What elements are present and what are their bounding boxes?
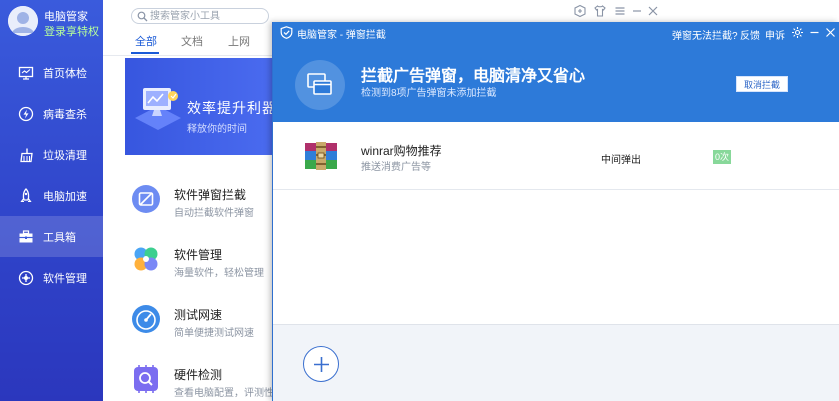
rocket-icon bbox=[18, 187, 34, 204]
sidebar-item-label: 软件管理 bbox=[43, 272, 87, 285]
toolbox-icon bbox=[18, 229, 34, 245]
banner-subtitle: 释放你的时间 bbox=[187, 124, 247, 135]
settings-gear-icon[interactable] bbox=[791, 26, 804, 39]
row-description: 推送消费广告等 bbox=[361, 162, 431, 173]
sidebar-item-virus-scan[interactable]: 病毒查杀 bbox=[0, 93, 103, 134]
sidebar-item-junk-clean[interactable]: 垃圾清理 bbox=[0, 134, 103, 175]
sidebar-item-label: 病毒查杀 bbox=[43, 108, 87, 121]
efficiency-illustration-icon bbox=[135, 88, 181, 130]
tool-description: 自动拦截软件弹窗 bbox=[174, 208, 254, 219]
sidebar-item-toolbox[interactable]: 工具箱 bbox=[0, 216, 103, 257]
close-icon[interactable] bbox=[646, 4, 660, 18]
row-popup-type: 中间弹出 bbox=[601, 155, 641, 166]
list-item[interactable]: winrar购物推荐 推送消费广告等 中间弹出 0次 bbox=[273, 122, 839, 190]
popup-titlebar[interactable]: 电脑管家 - 弹窗拦截 弹窗无法拦截? 反馈 申诉 bbox=[273, 22, 839, 44]
feedback-link[interactable]: 反馈 bbox=[740, 27, 760, 42]
sidebar-nav: 首页体检 病毒查杀 垃圾清理 电脑加速 工具箱 软件管理 bbox=[0, 52, 103, 298]
cancel-block-button[interactable]: 取消拦截 bbox=[736, 76, 788, 92]
minimize-icon[interactable] bbox=[808, 26, 821, 39]
profile-name: 电脑管家 bbox=[44, 11, 88, 23]
login-vip-link[interactable]: 登录享特权 bbox=[44, 23, 99, 39]
tool-description: 海量软件，轻松管理 bbox=[174, 268, 264, 279]
tool-title: 软件弹窗拦截 bbox=[174, 188, 247, 202]
popup-block-window: 电脑管家 - 弹窗拦截 弹窗无法拦截? 反馈 申诉 拦截广告弹窗，电脑清净又省心… bbox=[272, 22, 839, 401]
sidebar-item-label: 垃圾清理 bbox=[43, 149, 87, 162]
tool-title: 测试网速 bbox=[174, 308, 223, 322]
popup-block-icon bbox=[131, 184, 161, 214]
stacked-windows-icon bbox=[307, 73, 332, 95]
sidebar-item-label: 工具箱 bbox=[43, 231, 76, 244]
tool-search-input[interactable] bbox=[150, 10, 262, 22]
active-tab-indicator bbox=[131, 52, 159, 54]
hero-icon-circle bbox=[295, 60, 345, 110]
hero-subtitle: 检测到8项广告弹窗未添加拦截 bbox=[361, 88, 497, 99]
menu-icon[interactable] bbox=[613, 4, 627, 18]
profile[interactable]: 电脑管家 登录享特权 bbox=[8, 6, 103, 40]
hero-title: 拦截广告弹窗，电脑清净又省心 bbox=[361, 68, 586, 85]
cannot-block-link[interactable]: 弹窗无法拦截? bbox=[672, 27, 738, 42]
sidebar: 电脑管家 登录享特权 首页体检 病毒查杀 垃圾清理 电脑加速 工具箱 软件管理 bbox=[0, 0, 103, 401]
apps-icon bbox=[18, 270, 34, 286]
monitor-icon bbox=[18, 65, 34, 81]
sidebar-item-label: 电脑加速 bbox=[43, 190, 87, 203]
row-count-badge: 0次 bbox=[713, 150, 732, 164]
sidebar-item-speedup[interactable]: 电脑加速 bbox=[0, 175, 103, 216]
tool-item-popup-block[interactable]: 软件弹窗拦截 自动拦截软件弹窗 bbox=[131, 182, 281, 226]
popup-header: 电脑管家 - 弹窗拦截 弹窗无法拦截? 反馈 申诉 拦截广告弹窗，电脑清净又省心… bbox=[273, 22, 839, 122]
tab-all[interactable]: 全部 bbox=[135, 33, 157, 49]
tool-description: 查看电脑配置，评测性能 bbox=[174, 388, 284, 399]
tool-title: 硬件检测 bbox=[174, 368, 223, 382]
shirt-icon[interactable] bbox=[593, 4, 607, 18]
tool-description: 简单便捷测试网速 bbox=[174, 328, 254, 339]
clover-icon bbox=[131, 244, 161, 274]
close-icon[interactable] bbox=[824, 26, 837, 39]
sidebar-item-software-manage[interactable]: 软件管理 bbox=[0, 257, 103, 298]
broom-icon bbox=[18, 147, 34, 163]
avatar[interactable] bbox=[8, 6, 38, 36]
appeal-link[interactable]: 申诉 bbox=[765, 27, 785, 42]
tabs-divider bbox=[103, 55, 283, 56]
row-software-name: winrar购物推荐 bbox=[361, 144, 442, 158]
tool-item-hardware-check[interactable]: 硬件检测 查看电脑配置，评测性能 bbox=[131, 362, 284, 401]
shield-logo-icon bbox=[280, 26, 293, 39]
sidebar-item-label: 首页体检 bbox=[43, 67, 87, 80]
plus-icon bbox=[314, 357, 329, 372]
add-block-button[interactable] bbox=[303, 346, 339, 382]
tool-item-speed-test[interactable]: 测试网速 简单便捷测试网速 bbox=[131, 302, 281, 346]
user-avatar-icon bbox=[8, 6, 38, 36]
banner-title: 效率提升利器 bbox=[187, 100, 277, 116]
minimize-icon[interactable] bbox=[630, 4, 644, 18]
popup-footer bbox=[273, 324, 839, 401]
tool-title: 软件管理 bbox=[174, 248, 223, 262]
efficiency-banner[interactable]: 效率提升利器 释放你的时间 bbox=[125, 58, 280, 155]
tab-documents[interactable]: 文档 bbox=[181, 33, 203, 49]
speedometer-icon bbox=[131, 304, 161, 334]
tab-internet[interactable]: 上网 bbox=[228, 33, 250, 49]
sidebar-item-home-check[interactable]: 首页体检 bbox=[0, 52, 103, 93]
tool-item-software-manage[interactable]: 软件管理 海量软件，轻松管理 bbox=[131, 242, 281, 286]
lightning-icon bbox=[18, 106, 34, 122]
chip-search-icon bbox=[131, 364, 161, 394]
skin-icon[interactable] bbox=[573, 4, 587, 18]
winrar-icon bbox=[303, 141, 339, 171]
popup-title: 电脑管家 - 弹窗拦截 bbox=[297, 30, 386, 41]
search-icon bbox=[137, 11, 148, 22]
tool-search-box[interactable] bbox=[131, 8, 269, 24]
